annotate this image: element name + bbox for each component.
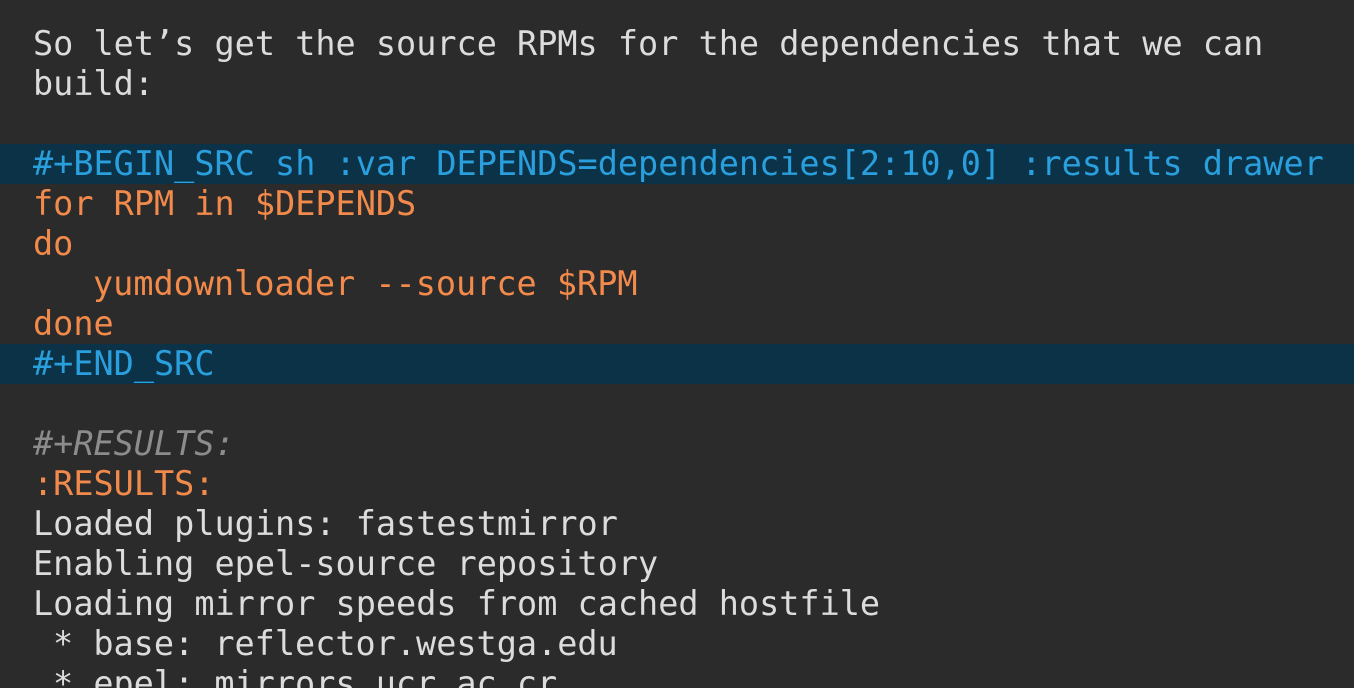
org-mode-editor[interactable]: So let’s get the source RPMs for the dep… bbox=[0, 0, 1354, 688]
code-line-4: done bbox=[33, 304, 114, 343]
output-line-5: * epel: mirrors.ucr.ac.cr bbox=[53, 664, 558, 688]
output-line-3: Loading mirror speeds from cached hostfi… bbox=[33, 584, 881, 623]
src-block-begin: #+BEGIN_SRC sh :var DEPENDS=dependencies… bbox=[0, 144, 1354, 184]
prose-line-2: build: bbox=[33, 64, 155, 103]
results-drawer-start: :RESULTS: bbox=[33, 464, 215, 503]
code-line-2: do bbox=[33, 224, 74, 263]
code-line-1: for RPM in $DEPENDS bbox=[33, 184, 417, 223]
output-line-1: Loaded plugins: fastestmirror bbox=[33, 504, 618, 543]
results-keyword: #+RESULTS: bbox=[33, 424, 235, 463]
src-block-end: #+END_SRC bbox=[0, 344, 1354, 384]
prose-line-1: So let’s get the source RPMs for the dep… bbox=[33, 24, 1264, 63]
output-line-4: * base: reflector.westga.edu bbox=[53, 624, 618, 663]
output-line-2: Enabling epel-source repository bbox=[33, 544, 659, 583]
code-line-3: yumdownloader --source $RPM bbox=[93, 264, 638, 303]
